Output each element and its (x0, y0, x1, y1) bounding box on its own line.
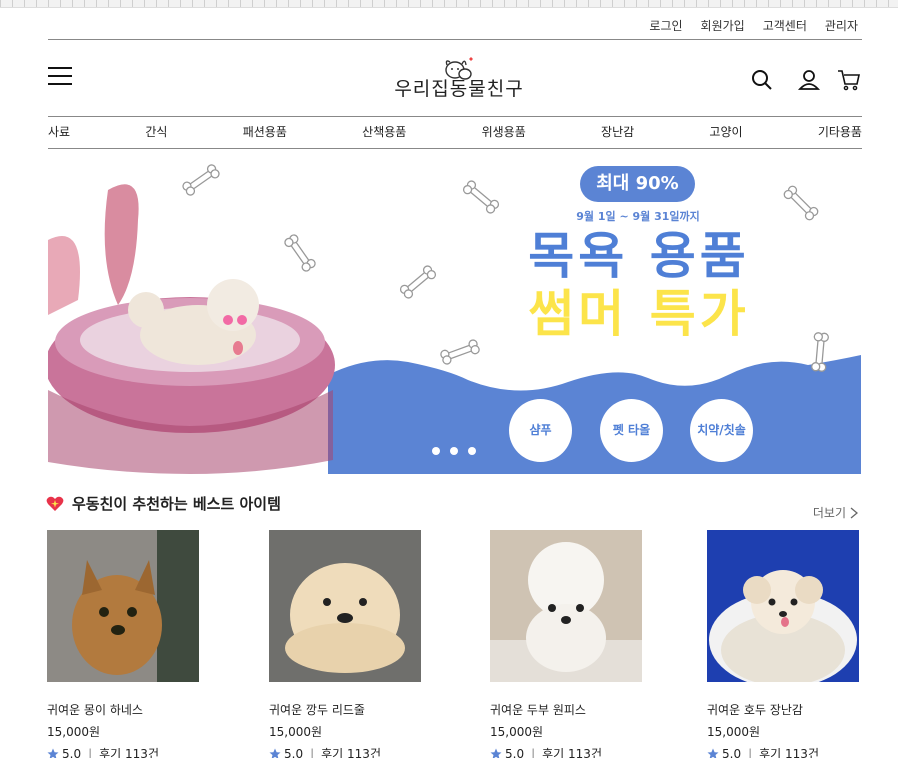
product-price: 15,000원 (490, 725, 544, 739)
discount-badge: 최대 90% (580, 166, 695, 202)
promo-period: 9월 1일 ~ 9월 31일까지 (576, 210, 700, 223)
slide-dot[interactable] (432, 447, 440, 455)
heart-sparkle-icon (46, 496, 64, 511)
quick-link-dental[interactable]: 치약/칫솔 (690, 399, 753, 462)
quick-link-shampoo[interactable]: 샴푸 (509, 399, 572, 462)
slide-dot[interactable] (450, 447, 458, 455)
quick-link-towel[interactable]: 펫 타올 (600, 399, 663, 462)
product-name: 귀여운 호두 장난감 (707, 703, 803, 717)
category-fashion[interactable]: 패션용품 (243, 123, 287, 140)
product-reviews: 후기 113건 (542, 747, 602, 758)
signup-link[interactable]: 회원가입 (701, 17, 745, 34)
product-price: 15,000원 (269, 725, 323, 739)
star-icon (47, 748, 59, 758)
separator: | (531, 746, 536, 758)
brand-logo[interactable]: 우리집동물친구 (394, 55, 524, 103)
category-etc[interactable]: 기타용품 (818, 123, 862, 140)
header-divider-bottom (48, 148, 862, 149)
product-reviews: 후기 113건 (99, 747, 159, 758)
more-label: 더보기 (812, 506, 846, 520)
admin-link[interactable]: 관리자 (825, 17, 858, 34)
utility-nav: 로그인 회원가입 고객센터 관리자 (649, 17, 858, 34)
star-icon (269, 748, 281, 758)
cart-icon[interactable] (837, 68, 861, 92)
top-ruler (0, 0, 898, 8)
separator: | (310, 746, 315, 758)
product-rating: 5.0 (505, 746, 525, 758)
section-heading: 우동친이 추천하는 베스트 아이템 (46, 493, 281, 514)
product-rating-row: 5.0 | 후기 113건 (490, 745, 650, 758)
product-rating: 5.0 (722, 746, 742, 758)
menu-icon[interactable] (48, 67, 72, 87)
promo-headline-line2: 썸머 특가 (528, 285, 750, 343)
chevron-right-icon (850, 507, 858, 518)
category-nav: 사료 간식 패션용품 산책용품 위생용품 장난감 고양이 기타용품 (48, 123, 862, 140)
product-rating-row: 5.0 | 후기 113건 (707, 745, 867, 758)
category-walk[interactable]: 산책용품 (362, 123, 406, 140)
slide-indicator (432, 447, 476, 455)
star-icon (490, 748, 502, 758)
header-divider-mid (48, 116, 862, 117)
product-card[interactable]: 귀여운 두부 원피스 15,000원 5.0 | 후기 113건 (490, 530, 650, 758)
hero-banner[interactable]: 최대 90% 9월 1일 ~ 9월 31일까지 목욕 용품 썸머 특가 샴푸 펫… (48, 150, 861, 474)
product-card[interactable]: 귀여운 호두 장난감 15,000원 5.0 | 후기 113건 (707, 530, 867, 758)
product-card[interactable]: 귀여운 몽이 하네스 15,000원 5.0 | 후기 113건 (47, 530, 207, 758)
product-rating-row: 5.0 | 후기 113건 (47, 745, 207, 758)
product-image[interactable] (707, 530, 859, 688)
product-reviews: 후기 113건 (321, 747, 381, 758)
product-image[interactable] (47, 530, 199, 682)
category-hygiene[interactable]: 위생용품 (482, 123, 526, 140)
product-rating: 5.0 (62, 746, 82, 758)
brand-name: 우리집동물친구 (394, 78, 524, 100)
category-snack[interactable]: 간식 (145, 123, 167, 140)
separator: | (88, 746, 93, 758)
product-price: 15,000원 (707, 725, 761, 739)
login-link[interactable]: 로그인 (649, 17, 682, 34)
header-divider-top (48, 39, 862, 40)
product-rating: 5.0 (284, 746, 304, 758)
category-food[interactable]: 사료 (48, 123, 70, 140)
product-name: 귀여운 몽이 하네스 (47, 703, 143, 717)
star-icon (707, 748, 719, 758)
promo-headline-line1: 목욕 용품 (528, 227, 750, 285)
customer-center-link[interactable]: 고객센터 (763, 17, 807, 34)
search-icon[interactable] (750, 68, 774, 92)
user-icon[interactable] (797, 68, 821, 92)
section-title: 우동친이 추천하는 베스트 아이템 (72, 495, 281, 513)
separator: | (748, 746, 753, 758)
slide-dot[interactable] (468, 447, 476, 455)
product-image[interactable] (490, 530, 642, 682)
product-image[interactable] (269, 530, 421, 682)
product-name: 귀여운 깡두 리드줄 (269, 703, 365, 717)
product-rating-row: 5.0 | 후기 113건 (269, 745, 429, 758)
product-reviews: 후기 113건 (759, 747, 819, 758)
product-price: 15,000원 (47, 725, 101, 739)
more-link[interactable]: 더보기 (813, 504, 858, 521)
product-card[interactable]: 귀여운 깡두 리드줄 15,000원 5.0 | 후기 113건 (269, 530, 429, 758)
product-name: 귀여운 두부 원피스 (490, 703, 586, 717)
category-cat[interactable]: 고양이 (709, 123, 742, 140)
category-toys[interactable]: 장난감 (601, 123, 634, 140)
